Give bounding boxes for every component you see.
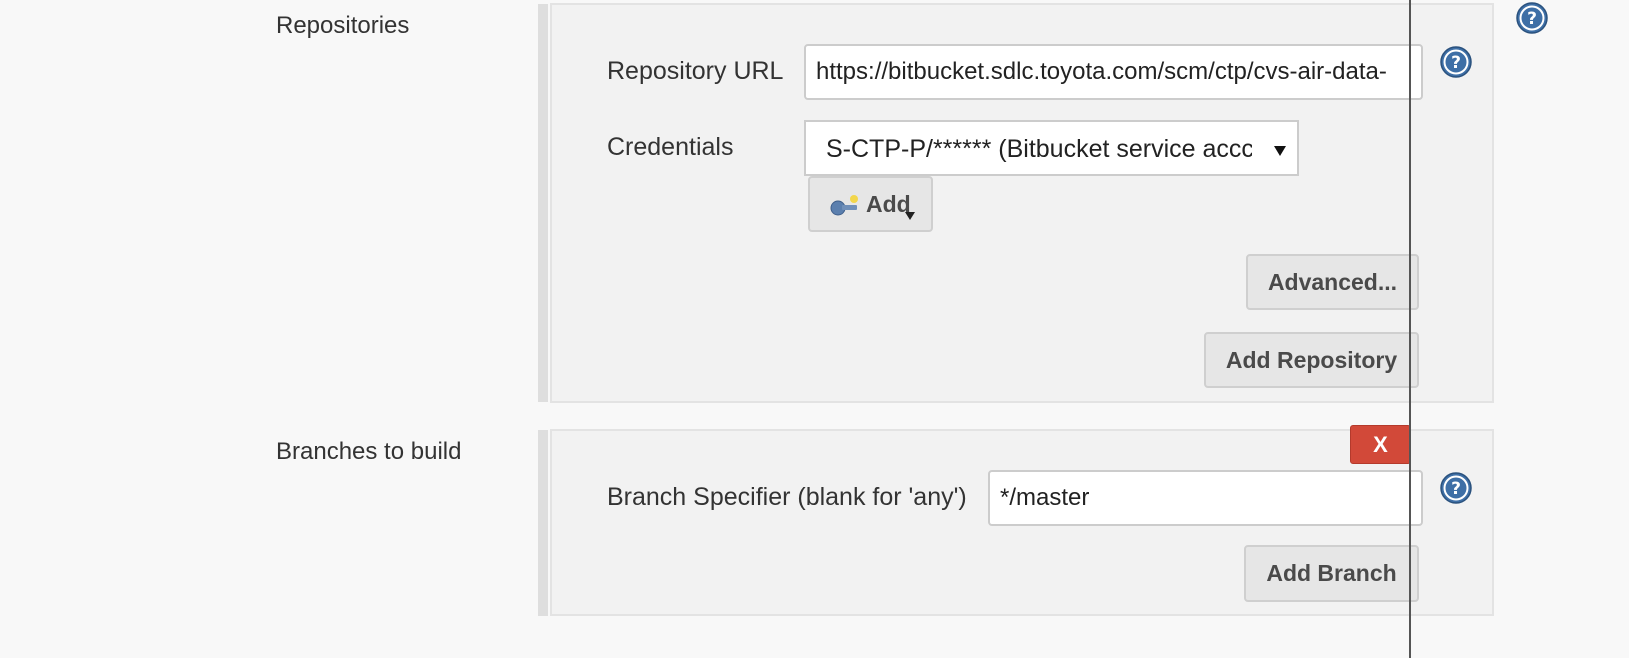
svg-text:?: ? <box>1527 9 1537 29</box>
key-icon <box>830 194 860 226</box>
branch-specifier-label: Branch Specifier (blank for 'any') <box>607 483 967 511</box>
credentials-label: Credentials <box>607 133 734 161</box>
svg-text:?: ? <box>1451 53 1461 73</box>
branches-panel-bar <box>538 430 548 616</box>
delete-branch-button[interactable]: X <box>1350 425 1411 464</box>
dropdown-arrow-icon <box>1273 136 1287 165</box>
repositories-panel-bar <box>538 4 548 402</box>
branch-specifier-help-icon[interactable]: ? <box>1440 472 1472 504</box>
repositories-section-label: Repositories <box>276 12 410 39</box>
repository-url-help-icon[interactable]: ? <box>1440 46 1472 78</box>
add-branch-button[interactable]: Add Branch <box>1244 545 1419 602</box>
credentials-selected-value: S-CTP-P/****** (Bitbucket service accc <box>826 135 1252 163</box>
advanced-button[interactable]: Advanced... <box>1246 254 1419 310</box>
add-credentials-dropdown-icon <box>904 200 916 227</box>
page-help-icon[interactable]: ? <box>1516 2 1548 34</box>
vertical-divider <box>1409 0 1411 658</box>
credentials-select[interactable]: S-CTP-P/****** (Bitbucket service accc <box>804 120 1299 176</box>
add-repository-button[interactable]: Add Repository <box>1204 332 1419 388</box>
repository-url-label: Repository URL <box>607 57 784 85</box>
add-credentials-button[interactable]: Add <box>808 176 933 232</box>
svg-text:?: ? <box>1451 479 1461 499</box>
repository-url-input[interactable]: https://bitbucket.sdlc.toyota.com/scm/ct… <box>804 44 1423 100</box>
branches-section-label: Branches to build <box>276 438 462 465</box>
branch-specifier-input[interactable]: */master <box>988 470 1423 526</box>
